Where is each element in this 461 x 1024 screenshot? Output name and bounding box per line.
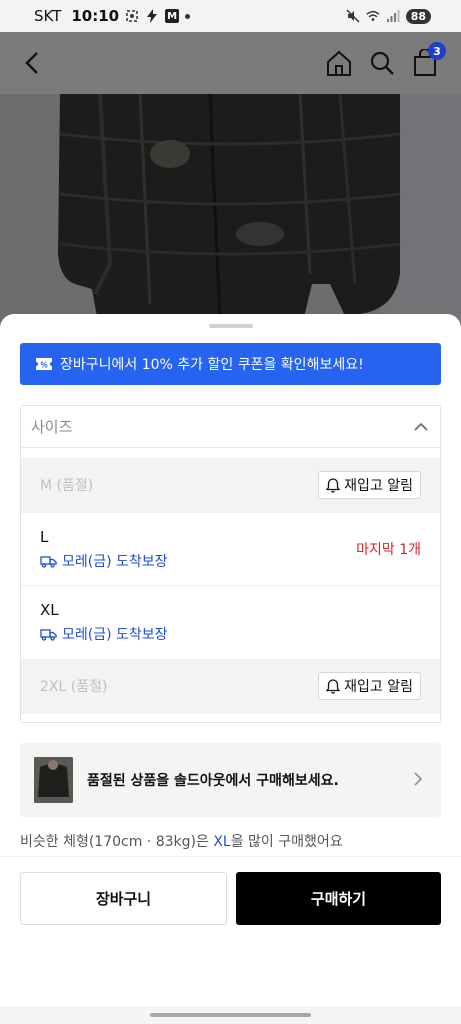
chevron-right-icon: [414, 772, 423, 786]
back-button[interactable]: [18, 48, 48, 78]
home-button[interactable]: [324, 48, 354, 78]
soldout-promo-banner[interactable]: 품절된 상품을 솔드아웃에서 구매해보세요.: [20, 743, 441, 817]
size-select-header[interactable]: 사이즈: [21, 406, 440, 448]
delivery-text: 모레(금) 도착보장: [62, 627, 168, 643]
last-stock-label: 마지막 1개: [356, 542, 421, 558]
add-to-cart-button[interactable]: 장바구니: [20, 872, 227, 925]
search-icon: [370, 51, 394, 75]
divider: [0, 856, 461, 857]
cart-button[interactable]: 3: [410, 42, 446, 78]
option-bottom-sheet: % 장바구니에서 10% 추가 할인 쿠폰을 확인해보세요! 사이즈 M (품절…: [0, 314, 461, 1006]
reco-size-highlight: XL: [213, 834, 231, 850]
cart-count-badge: 3: [428, 42, 446, 60]
delivery-truck-icon: [40, 555, 57, 568]
reco-suffix: 을 많이 구매했어요: [230, 834, 343, 850]
restock-label: 재입고 알림: [344, 478, 413, 494]
coupon-banner[interactable]: % 장바구니에서 10% 추가 할인 쿠폰을 확인해보세요!: [20, 343, 441, 385]
size-option-l[interactable]: L 모레(금) 도착보장 마지막 1개: [21, 513, 440, 586]
size-dropdown: 사이즈 M (품절) 재입고 알림 L 모레(금) 도착보장 마지막 1개 XL…: [20, 405, 441, 723]
battery-indicator: 88: [405, 8, 431, 24]
lightning-icon: [147, 9, 158, 23]
home-indicator[interactable]: [150, 1013, 311, 1017]
promo-thumbnail: [34, 757, 73, 803]
size-recommendation: 비슷한 체형(170cm · 83kg)은 XL을 많이 구매했어요: [20, 831, 343, 851]
clock: 10:10: [71, 7, 120, 25]
product-image: [0, 94, 461, 334]
size-option-2xl: 2XL (품절) 재입고 알림: [21, 659, 440, 714]
svg-text:%: %: [40, 361, 47, 370]
bell-icon: [326, 678, 341, 694]
system-nav-bar: [0, 1006, 461, 1024]
bell-icon: [326, 477, 341, 493]
search-button[interactable]: [367, 48, 397, 78]
size-placeholder: 사이즈: [31, 418, 73, 436]
size-label: 2XL (품절): [40, 679, 108, 695]
m-app-icon: M: [165, 9, 180, 23]
home-icon: [327, 50, 351, 76]
carrier-label: SKT: [34, 7, 62, 25]
wifi-icon: [366, 10, 380, 21]
mute-icon: [346, 9, 360, 23]
coupon-icon: %: [36, 358, 52, 370]
promo-text: 품절된 상품을 솔드아웃에서 구매해보세요.: [87, 773, 339, 789]
screenshot-icon: [126, 10, 138, 22]
restock-alert-button[interactable]: 재입고 알림: [318, 471, 421, 499]
sheet-grabber[interactable]: [209, 324, 253, 328]
size-option-m: M (품절) 재입고 알림: [21, 458, 440, 513]
notification-dot-icon: [185, 13, 191, 19]
reco-prefix: 비슷한 체형(170cm · 83kg)은: [20, 834, 214, 850]
restock-alert-button[interactable]: 재입고 알림: [318, 672, 421, 700]
status-bar: SKT 10:10 M 88: [0, 0, 461, 32]
size-label: XL: [40, 601, 59, 619]
chevron-up-icon: [414, 422, 428, 431]
delivery-text: 모레(금) 도착보장: [62, 554, 168, 570]
jacket-image: [0, 94, 461, 334]
chevron-left-icon: [25, 52, 38, 74]
top-nav: 3: [0, 32, 461, 94]
delivery-info: 모레(금) 도착보장: [40, 624, 421, 644]
size-label: M (품절): [40, 478, 94, 494]
restock-label: 재입고 알림: [344, 679, 413, 695]
signal-icon: [386, 10, 400, 22]
size-option-xl[interactable]: XL 모레(금) 도착보장: [21, 586, 440, 659]
coupon-text: 장바구니에서 10% 추가 할인 쿠폰을 확인해보세요!: [60, 357, 364, 373]
buy-now-button[interactable]: 구매하기: [236, 872, 441, 925]
delivery-truck-icon: [40, 628, 57, 641]
